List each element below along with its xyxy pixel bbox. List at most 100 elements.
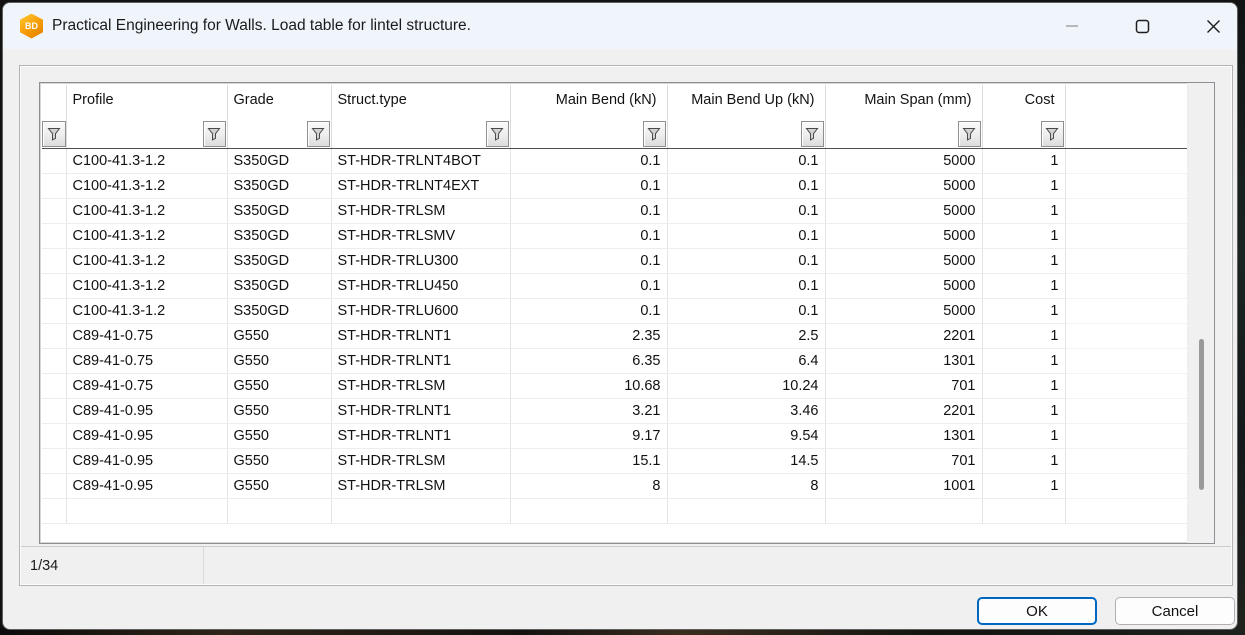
column-header-main-bend[interactable]: Main Bend (kN) [510,85,667,115]
cell-struct-type[interactable]: ST-HDR-TRLSMV [331,223,510,248]
cell-profile[interactable]: C100-41.3-1.2 [66,198,227,223]
cell-struct-type[interactable]: ST-HDR-TRLNT1 [331,423,510,448]
cell-struct-type[interactable]: ST-HDR-TRLSM [331,448,510,473]
new-row-placeholder[interactable] [42,498,1187,523]
cell-main-bend-up[interactable]: 0.1 [667,223,825,248]
cell-main-bend-up[interactable]: 2.5 [667,323,825,348]
column-header-struct-type[interactable]: Struct.type [331,85,510,115]
table-row[interactable]: C89-41-0.95 G550 ST-HDR-TRLSM 15.1 14.5 … [42,448,1187,473]
table-row[interactable]: C100-41.3-1.2 S350GD ST-HDR-TRLU600 0.1 … [42,298,1187,323]
cell-main-bend-up[interactable]: 3.46 [667,398,825,423]
table-row[interactable]: C89-41-0.95 G550 ST-HDR-TRLSM 8 8 1001 1 [42,473,1187,498]
cell-main-bend-up[interactable]: 14.5 [667,448,825,473]
filter-cell-main-span[interactable] [825,115,982,148]
cell-grade[interactable]: G550 [227,348,331,373]
cell-main-span[interactable]: 5000 [825,298,982,323]
cell-grade[interactable]: S350GD [227,198,331,223]
cell-profile[interactable]: C89-41-0.95 [66,423,227,448]
cell-profile[interactable]: C100-41.3-1.2 [66,148,227,173]
cell-main-span[interactable]: 5000 [825,223,982,248]
vertical-scrollbar[interactable] [1187,83,1214,543]
cell-main-bend-up[interactable]: 8 [667,473,825,498]
cell-cost[interactable] [982,498,1065,523]
filter-button-main-bend[interactable] [643,121,666,147]
cell-main-bend[interactable] [510,498,667,523]
cell-cost[interactable]: 1 [982,173,1065,198]
cell-cost[interactable]: 1 [982,248,1065,273]
cell-grade[interactable] [227,498,331,523]
table-row[interactable]: C100-41.3-1.2 S350GD ST-HDR-TRLNT4EXT 0.… [42,173,1187,198]
cell-grade[interactable]: G550 [227,423,331,448]
cell-main-bend[interactable]: 0.1 [510,248,667,273]
cell-cost[interactable]: 1 [982,373,1065,398]
vertical-scrollbar-thumb[interactable] [1199,339,1204,490]
cell-main-bend[interactable]: 15.1 [510,448,667,473]
cell-grade[interactable]: G550 [227,373,331,398]
close-button[interactable] [1190,3,1236,49]
table-row[interactable]: C89-41-0.95 G550 ST-HDR-TRLNT1 9.17 9.54… [42,423,1187,448]
cell-main-bend-up[interactable]: 6.4 [667,348,825,373]
filter-cell-cost[interactable] [982,115,1065,148]
minimize-button[interactable] [1049,3,1095,49]
cell-struct-type[interactable]: ST-HDR-TRLU600 [331,298,510,323]
cell-profile[interactable]: C89-41-0.75 [66,323,227,348]
column-header-cost[interactable]: Cost [982,85,1065,115]
cell-profile[interactable]: C89-41-0.95 [66,448,227,473]
cancel-button[interactable]: Cancel [1115,597,1235,625]
cell-main-span[interactable]: 701 [825,448,982,473]
cell-main-span[interactable]: 5000 [825,248,982,273]
filter-cell-main-bend[interactable] [510,115,667,148]
row-header-cell[interactable] [42,298,66,323]
table-row[interactable]: C100-41.3-1.2 S350GD ST-HDR-TRLSM 0.1 0.… [42,198,1187,223]
row-header-cell[interactable] [42,273,66,298]
cell-main-bend-up[interactable]: 9.54 [667,423,825,448]
filter-button-grade[interactable] [307,121,330,147]
cell-cost[interactable]: 1 [982,298,1065,323]
cell-struct-type[interactable]: ST-HDR-TRLSM [331,373,510,398]
column-header-grade[interactable]: Grade [227,85,331,115]
ok-button[interactable]: OK [977,597,1097,625]
cell-main-bend[interactable]: 8 [510,473,667,498]
cell-main-bend[interactable]: 10.68 [510,373,667,398]
cell-main-bend-up[interactable] [667,498,825,523]
cell-main-span[interactable]: 5000 [825,173,982,198]
cell-main-bend[interactable]: 0.1 [510,298,667,323]
cell-cost[interactable]: 1 [982,198,1065,223]
cell-cost[interactable]: 1 [982,398,1065,423]
filter-cell-grade[interactable] [227,115,331,148]
cell-main-span[interactable]: 1301 [825,348,982,373]
cell-main-bend-up[interactable]: 0.1 [667,298,825,323]
cell-main-span[interactable]: 2201 [825,398,982,423]
table-row[interactable]: C100-41.3-1.2 S350GD ST-HDR-TRLNT4BOT 0.… [42,148,1187,173]
cell-main-bend[interactable]: 3.21 [510,398,667,423]
cell-struct-type[interactable]: ST-HDR-TRLNT1 [331,348,510,373]
filter-cell-profile[interactable] [66,115,227,148]
cell-main-bend-up[interactable]: 0.1 [667,198,825,223]
titlebar[interactable]: BD Practical Engineering for Walls. Load… [3,3,1237,49]
table-row[interactable]: C89-41-0.75 G550 ST-HDR-TRLNT1 6.35 6.4 … [42,348,1187,373]
cell-struct-type[interactable]: ST-HDR-TRLSM [331,198,510,223]
cell-main-span[interactable]: 5000 [825,273,982,298]
cell-cost[interactable]: 1 [982,348,1065,373]
cell-grade[interactable]: S350GD [227,298,331,323]
cell-cost[interactable]: 1 [982,423,1065,448]
cell-main-bend-up[interactable]: 0.1 [667,173,825,198]
cell-struct-type[interactable]: ST-HDR-TRLSM [331,473,510,498]
cell-profile[interactable]: C89-41-0.95 [66,473,227,498]
filter-button-main-bend-up[interactable] [801,121,824,147]
cell-profile[interactable]: C89-41-0.75 [66,348,227,373]
column-header-main-span[interactable]: Main Span (mm) [825,85,982,115]
cell-grade[interactable]: G550 [227,473,331,498]
cell-profile[interactable]: C89-41-0.95 [66,398,227,423]
cell-struct-type[interactable] [331,498,510,523]
table-row[interactable]: C100-41.3-1.2 S350GD ST-HDR-TRLU300 0.1 … [42,248,1187,273]
table-row[interactable]: C100-41.3-1.2 S350GD ST-HDR-TRLSMV 0.1 0… [42,223,1187,248]
cell-struct-type[interactable]: ST-HDR-TRLU450 [331,273,510,298]
cell-main-bend-up[interactable]: 10.24 [667,373,825,398]
row-header-cell[interactable] [42,423,66,448]
cell-main-bend[interactable]: 0.1 [510,148,667,173]
cell-main-bend[interactable]: 0.1 [510,273,667,298]
cell-main-bend[interactable]: 9.17 [510,423,667,448]
cell-cost[interactable]: 1 [982,473,1065,498]
row-header-cell[interactable] [42,198,66,223]
